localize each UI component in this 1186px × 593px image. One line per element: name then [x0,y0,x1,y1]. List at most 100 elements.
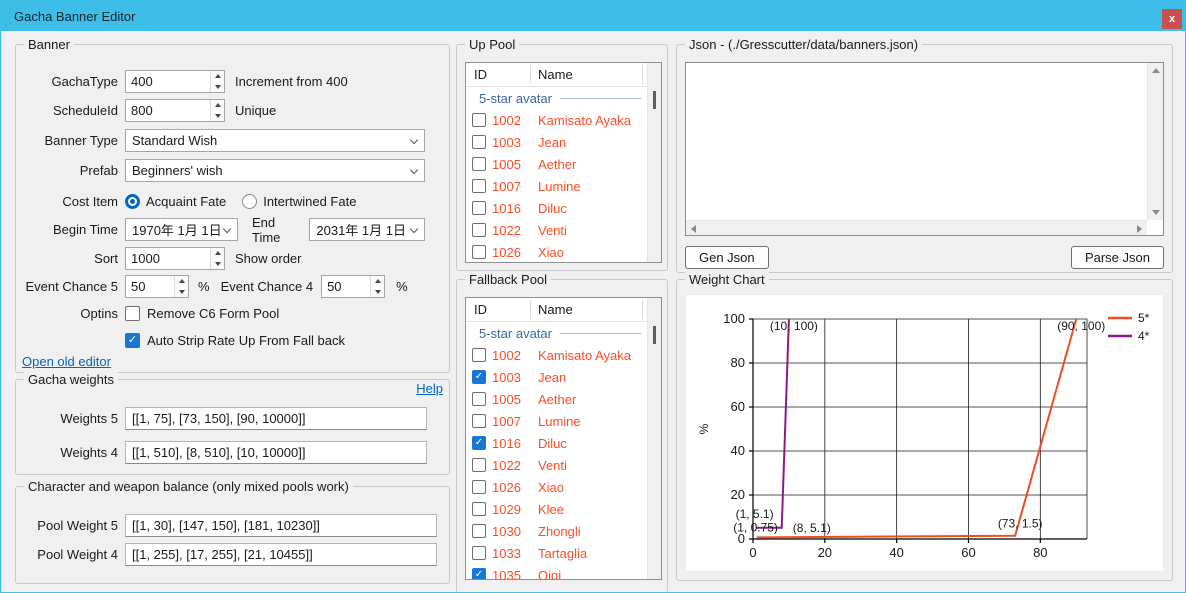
row-checkbox[interactable]: ✓ [472,502,486,516]
pool-section-header: 5-star avatar [466,322,647,344]
weights5-input[interactable]: [[1, 75], [73, 150], [90, 10000]] [125,407,427,430]
column-header-id[interactable]: ID [474,302,487,317]
pool-section-header: 5-star avatar [466,87,647,109]
close-button[interactable]: x [1162,9,1182,29]
vertical-scrollbar[interactable] [647,63,661,262]
pool-row[interactable]: ✓1022Venti [466,454,647,476]
pool-row[interactable]: ✓1007Lumine [466,410,647,432]
row-checkbox[interactable]: ✓ [472,135,486,149]
scroll-left-icon[interactable] [691,225,696,233]
row-checkbox[interactable]: ✓ [472,480,486,494]
radio-acquaint-fate[interactable] [125,194,140,209]
pool-row[interactable]: ✓1022Venti [466,219,647,241]
spin-up-button[interactable] [211,248,224,259]
end-time-select[interactable]: 2031年 1月 1日 [309,218,425,241]
pool-row[interactable]: ✓1002Kamisato Ayaka [466,344,647,366]
row-id: 1007 [492,179,530,194]
column-header-id[interactable]: ID [474,67,487,82]
row-checkbox[interactable]: ✓ [472,568,486,580]
spin-down-button[interactable] [211,82,224,93]
pool-row[interactable]: ✓1003Jean [466,366,647,388]
pool-row[interactable]: ✓1003Jean [466,131,647,153]
svg-text:80: 80 [1033,545,1047,560]
prefab-label: Prefab [22,163,118,178]
weights4-input[interactable]: [[1, 510], [8, 510], [10, 10000]] [125,441,427,464]
horizontal-scrollbar[interactable] [686,220,1147,235]
spin-up-button[interactable] [175,276,188,287]
svg-text:(10, 100): (10, 100) [770,319,818,333]
spin-down-button[interactable] [211,111,224,122]
auto-strip-checkbox[interactable]: ✓ [125,333,140,348]
scrollbar-thumb[interactable] [653,91,656,109]
spin-down-button[interactable] [175,287,188,298]
pool-weight5-input[interactable]: [[1, 30], [147, 150], [181, 10230]] [125,514,437,537]
row-id: 1005 [492,392,530,407]
spin-up-button[interactable] [211,71,224,82]
row-checkbox[interactable]: ✓ [472,546,486,560]
row-checkbox[interactable]: ✓ [472,414,486,428]
vertical-scrollbar[interactable] [1147,63,1163,220]
scroll-down-icon[interactable] [1152,210,1160,215]
spin-down-button[interactable] [371,287,384,298]
scheduleid-input[interactable]: 800 [125,99,225,122]
row-checkbox[interactable]: ✓ [472,392,486,406]
row-name: Venti [538,458,567,473]
parse-json-button[interactable]: Parse Json [1071,246,1164,269]
column-header-name[interactable]: Name [538,67,573,82]
pool-row[interactable]: ✓1007Lumine [466,175,647,197]
scroll-right-icon[interactable] [1137,225,1142,233]
row-checkbox[interactable]: ✓ [472,113,486,127]
pool-row[interactable]: ✓1026Xiao [466,476,647,498]
row-checkbox[interactable]: ✓ [472,370,486,384]
title-bar[interactable]: Gacha Banner Editor x [1,1,1185,31]
pool-row[interactable]: ✓1005Aether [466,388,647,410]
pool-row[interactable]: ✓1033Tartaglia [466,542,647,564]
prefab-select[interactable]: Beginners' wish [125,159,425,182]
gachatype-input[interactable]: 400 [125,70,225,93]
row-checkbox[interactable]: ✓ [472,223,486,237]
spin-up-button[interactable] [211,100,224,111]
row-id: 1016 [492,201,530,216]
banner-type-select[interactable]: Standard Wish [125,129,425,152]
pool-row[interactable]: ✓1005Aether [466,153,647,175]
row-checkbox[interactable]: ✓ [472,524,486,538]
pool-row[interactable]: ✓1030Zhongli [466,520,647,542]
row-checkbox[interactable]: ✓ [472,458,486,472]
pool-row[interactable]: ✓1002Kamisato Ayaka [466,109,647,131]
row-id: 1016 [492,436,530,451]
pool-row[interactable]: ✓1026Xiao [466,241,647,263]
sort-input[interactable]: 1000 [125,247,225,270]
column-separator [642,300,643,319]
svg-text:5*: 5* [1138,311,1150,325]
arrow-down-icon [215,85,221,89]
pool-row[interactable]: ✓1035Qiqi [466,564,647,580]
spin-down-button[interactable] [211,259,224,270]
event-chance-4-input[interactable]: 50 [321,275,385,298]
row-checkbox[interactable]: ✓ [472,436,486,450]
svg-text:(73, 1.5): (73, 1.5) [998,517,1043,531]
json-textarea[interactable] [690,65,1146,219]
spin-up-button[interactable] [371,276,384,287]
vertical-scrollbar[interactable] [647,298,661,579]
radio-intertwined-fate[interactable] [242,194,257,209]
sort-label: Sort [22,251,118,266]
help-link[interactable]: Help [416,381,443,396]
scrollbar-thumb[interactable] [653,326,656,344]
pool-weight4-input[interactable]: [[1, 255], [17, 255], [21, 10455]] [125,543,437,566]
gen-json-button[interactable]: Gen Json [685,246,769,269]
row-checkbox[interactable]: ✓ [472,201,486,215]
column-header-name[interactable]: Name [538,302,573,317]
open-old-editor-link[interactable]: Open old editor [22,354,111,369]
row-checkbox[interactable]: ✓ [472,245,486,259]
event-chance-5-input[interactable]: 50 [125,275,189,298]
row-checkbox[interactable]: ✓ [472,179,486,193]
arrow-up-icon [215,103,221,107]
pool-row[interactable]: ✓1029Klee [466,498,647,520]
pool-row[interactable]: ✓1016Diluc [466,197,647,219]
row-checkbox[interactable]: ✓ [472,348,486,362]
pool-row[interactable]: ✓1016Diluc [466,432,647,454]
scroll-up-icon[interactable] [1152,68,1160,73]
begin-time-select[interactable]: 1970年 1月 1日 [125,218,238,241]
remove-c6-checkbox[interactable]: ✓ [125,306,140,321]
row-checkbox[interactable]: ✓ [472,157,486,171]
